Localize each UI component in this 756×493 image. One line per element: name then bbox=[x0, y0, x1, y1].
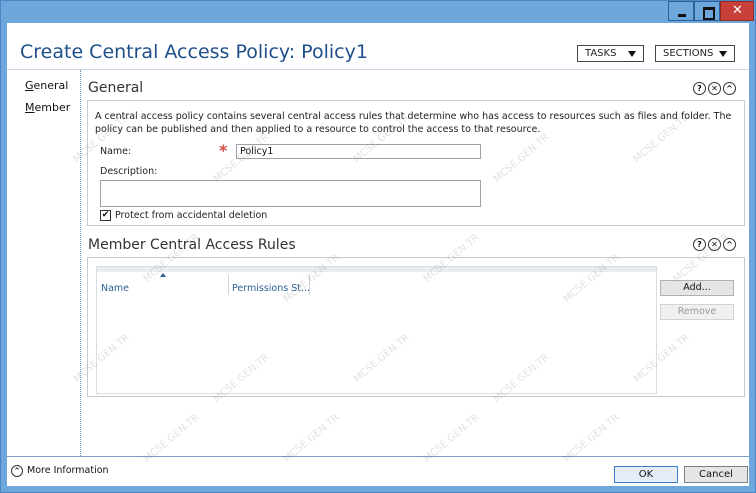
expand-icon: ^ bbox=[11, 464, 23, 477]
tasks-label: TASKS bbox=[585, 48, 617, 59]
column-resize-handle[interactable] bbox=[228, 275, 229, 295]
description-input[interactable] bbox=[100, 180, 481, 207]
collapse-icon[interactable]: ^ bbox=[723, 82, 736, 95]
close-icon[interactable]: ✕ bbox=[708, 82, 721, 95]
minimize-icon[interactable] bbox=[668, 1, 694, 21]
maximize-icon[interactable] bbox=[694, 1, 720, 21]
watermark-text: MCSE.GEN.TR bbox=[421, 412, 482, 465]
sort-ascending-icon bbox=[160, 273, 166, 277]
footer-divider bbox=[7, 456, 749, 457]
more-information-label: More Information bbox=[27, 465, 109, 476]
watermark-text: MCSE.GEN.TR bbox=[281, 412, 342, 465]
help-icon[interactable]: ? bbox=[693, 82, 706, 95]
ok-button[interactable]: OK bbox=[614, 466, 678, 483]
dialog-client-area: Create Central Access Policy: Policy1 TA… bbox=[7, 23, 749, 486]
protect-label[interactable]: Protect from accidental deletion bbox=[115, 210, 267, 221]
general-panel: A central access policy contains several… bbox=[87, 100, 745, 226]
watermark-text: MCSE.GEN.TR bbox=[141, 412, 202, 465]
member-section-title: Member Central Access Rules bbox=[88, 237, 296, 253]
nav-item-member[interactable]: Member bbox=[25, 101, 70, 114]
help-icon[interactable]: ? bbox=[693, 238, 706, 251]
member-panel: Name Permissions St... Add... Remove bbox=[87, 257, 745, 397]
tasks-button[interactable]: TASKS bbox=[577, 45, 644, 62]
close-window-icon[interactable] bbox=[720, 1, 754, 21]
general-section-controls: ? ✕ ^ bbox=[693, 82, 737, 96]
more-information-toggle[interactable]: ^ More Information bbox=[11, 464, 109, 478]
header-divider bbox=[7, 69, 749, 70]
collapse-icon[interactable]: ^ bbox=[723, 238, 736, 251]
nav-item-general[interactable]: General bbox=[25, 79, 68, 92]
general-description: A central access policy contains several… bbox=[95, 111, 732, 135]
column-header-name[interactable]: Name bbox=[101, 283, 129, 294]
column-header-permissions[interactable]: Permissions St... bbox=[232, 283, 310, 294]
sections-button[interactable]: SECTIONS bbox=[655, 45, 735, 62]
watermark-text: MCSE.GEN.TR bbox=[561, 412, 622, 465]
name-input[interactable] bbox=[236, 144, 481, 159]
column-resize-handle[interactable] bbox=[309, 275, 310, 295]
member-section-controls: ? ✕ ^ bbox=[693, 238, 737, 252]
section-nav: General Member bbox=[7, 70, 81, 456]
required-icon: * bbox=[219, 141, 228, 160]
description-label: Description: bbox=[100, 166, 158, 177]
title-bar[interactable] bbox=[1, 1, 755, 23]
add-button[interactable]: Add... bbox=[660, 280, 734, 296]
sections-label: SECTIONS bbox=[663, 48, 714, 59]
cancel-button[interactable]: Cancel bbox=[684, 466, 748, 483]
name-label: Name: bbox=[100, 146, 132, 157]
chevron-down-icon bbox=[719, 51, 727, 57]
general-section-title: General bbox=[88, 80, 144, 96]
grid-top-bar bbox=[97, 267, 656, 272]
window: Create Central Access Policy: Policy1 TA… bbox=[0, 0, 756, 493]
dialog-header: Create Central Access Policy: Policy1 TA… bbox=[7, 23, 749, 69]
chevron-down-icon bbox=[628, 51, 636, 57]
rules-grid[interactable]: Name Permissions St... bbox=[96, 266, 657, 394]
close-icon[interactable]: ✕ bbox=[708, 238, 721, 251]
page-title: Create Central Access Policy: Policy1 bbox=[20, 41, 368, 63]
protect-checkbox[interactable]: ✔ bbox=[100, 210, 111, 221]
remove-button[interactable]: Remove bbox=[660, 304, 734, 320]
